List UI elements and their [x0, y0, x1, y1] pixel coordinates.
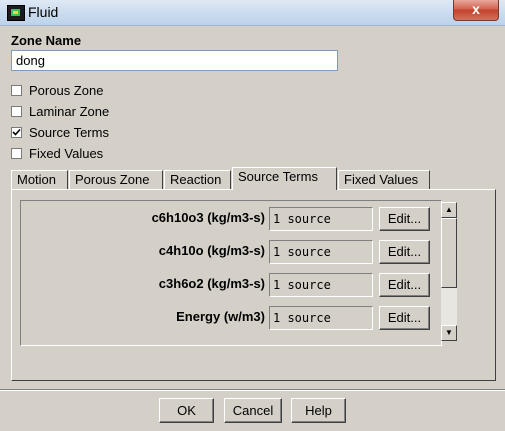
window-title: Fluid: [28, 4, 59, 20]
edit-button[interactable]: Edit...: [379, 207, 430, 231]
close-button[interactable]: x: [453, 0, 499, 21]
edit-button[interactable]: Edit...: [379, 273, 430, 297]
tab-source-terms[interactable]: Source Terms: [232, 167, 337, 190]
source-count-field: 1 source: [269, 240, 373, 264]
edit-button[interactable]: Edit...: [379, 240, 430, 264]
source-count-field: 1 source: [269, 273, 373, 297]
tab-porous-zone[interactable]: Porous Zone: [69, 170, 163, 189]
zone-name-label: Zone Name: [11, 33, 82, 48]
laminar-zone-option[interactable]: Laminar Zone: [11, 103, 109, 119]
porous-zone-checkbox[interactable]: [11, 84, 22, 96]
scroll-down-icon[interactable]: ▼: [441, 325, 457, 341]
fluent-app-icon: [7, 5, 25, 21]
source-row-label: Energy (w/m3): [176, 309, 265, 324]
checkmark-icon: [12, 128, 21, 136]
source-terms-checkbox[interactable]: [11, 126, 22, 138]
source-terms-option[interactable]: Source Terms: [11, 124, 109, 140]
vertical-scrollbar[interactable]: ▲ ▼: [441, 202, 457, 341]
source-row-label: c6h10o3 (kg/m3-s): [151, 210, 265, 225]
tab-fixed-values[interactable]: Fixed Values: [338, 170, 430, 189]
laminar-zone-checkbox[interactable]: [11, 105, 22, 117]
scroll-up-icon[interactable]: ▲: [441, 202, 457, 218]
title-bar: Fluid x: [0, 0, 505, 26]
source-count-field: 1 source: [269, 207, 373, 231]
zone-name-input[interactable]: dong: [11, 50, 338, 71]
source-count-field: 1 source: [269, 306, 373, 330]
tab-motion[interactable]: Motion: [11, 170, 68, 189]
laminar-zone-label: Laminar Zone: [29, 103, 110, 119]
source-row-label: c3h6o2 (kg/m3-s): [158, 276, 265, 291]
help-button[interactable]: Help: [291, 398, 346, 423]
divider: [0, 389, 505, 391]
fixed-values-checkbox[interactable]: [11, 147, 22, 159]
source-terms-label: Source Terms: [29, 124, 109, 140]
fixed-values-option[interactable]: Fixed Values: [11, 145, 103, 161]
cancel-button[interactable]: Cancel: [224, 398, 282, 423]
tab-reaction[interactable]: Reaction: [164, 170, 231, 189]
source-row-label: c4h10o (kg/m3-s): [158, 243, 265, 258]
ok-button[interactable]: OK: [159, 398, 214, 423]
edit-button[interactable]: Edit...: [379, 306, 430, 330]
porous-zone-label: Porous Zone: [29, 82, 104, 98]
porous-zone-option[interactable]: Porous Zone: [11, 82, 103, 98]
scroll-thumb[interactable]: [441, 218, 457, 288]
fixed-values-label: Fixed Values: [29, 145, 104, 161]
